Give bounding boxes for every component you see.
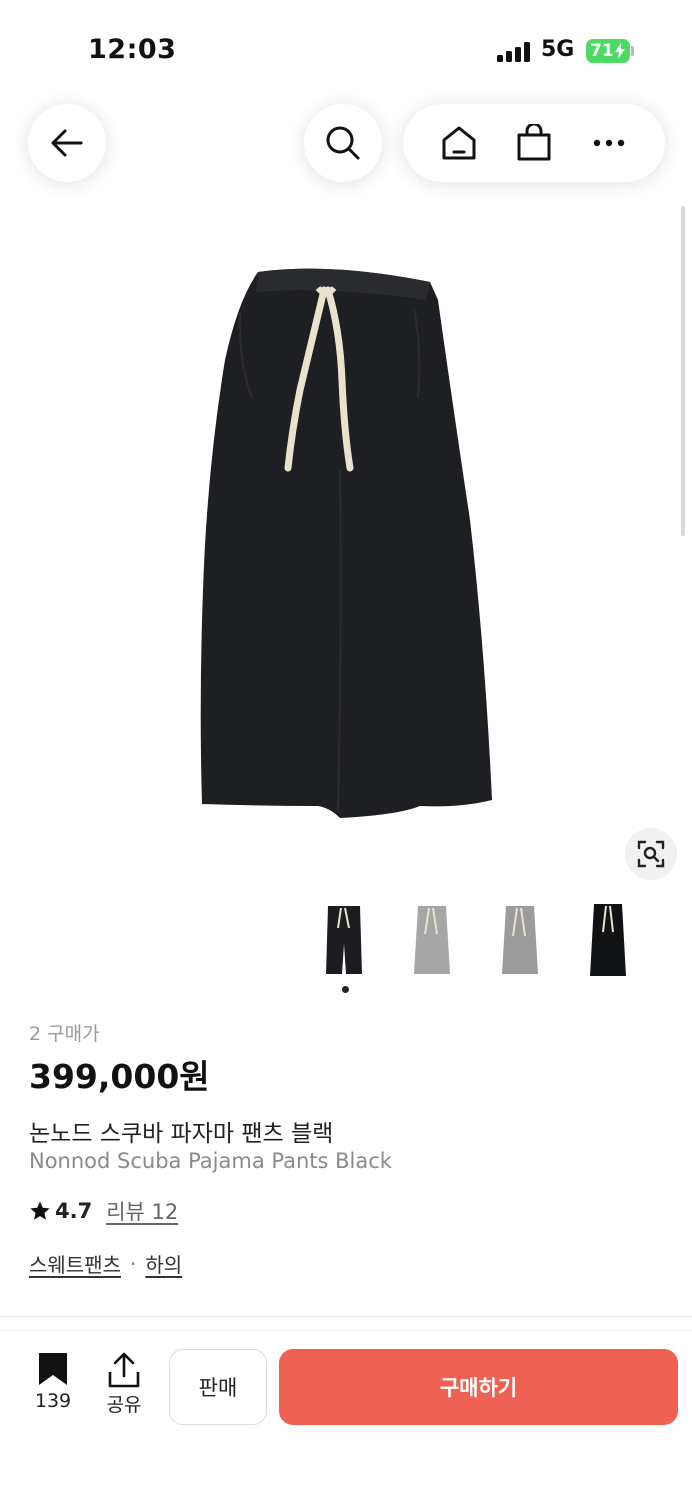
battery-level: 71	[590, 41, 614, 61]
thumbnail-3[interactable]	[476, 898, 564, 982]
more-horizontal-icon	[594, 139, 625, 147]
carousel-indicator-dot	[342, 986, 349, 993]
signal-icon	[497, 42, 531, 62]
back-button[interactable]	[28, 104, 106, 182]
share-label: 공유	[106, 1394, 142, 1416]
section-divider	[0, 1316, 692, 1317]
product-price: 399,000원	[29, 1057, 210, 1096]
scroll-indicator[interactable]	[681, 206, 685, 536]
battery-icon: 71	[586, 39, 630, 63]
more-button[interactable]	[579, 113, 639, 173]
search-button[interactable]	[304, 104, 382, 182]
share-button[interactable]: 공유	[101, 1352, 147, 1417]
network-label: 5G	[541, 37, 575, 62]
shopping-bag-icon	[517, 124, 551, 161]
bookmark-icon	[39, 1353, 67, 1385]
buy-button[interactable]: 구매하기	[279, 1349, 678, 1425]
home-button[interactable]	[429, 113, 489, 173]
product-name-english: Nonnod Scuba Pajama Pants Black	[29, 1149, 392, 1173]
product-page: 12:03 5G 71 2 구매가 399,000원 논노드 스쿠바 파자마 팬…	[0, 0, 692, 1500]
thumbnail-2[interactable]	[388, 898, 476, 982]
battery-tip	[631, 46, 634, 56]
thumbnail-4[interactable]	[564, 898, 652, 982]
review-link[interactable]: 리뷰 12	[106, 1196, 178, 1226]
category-link-bottoms[interactable]: 하의	[145, 1249, 182, 1278]
buyer-count: 2 구매가	[29, 1023, 100, 1045]
category-link-sweatpants[interactable]: 스웨트팬츠	[29, 1249, 121, 1278]
search-icon	[326, 126, 360, 160]
nav-pill	[403, 104, 665, 182]
product-name-korean: 논노드 스쿠바 파자마 팬츠 블랙	[29, 1121, 334, 1147]
status-time: 12:03	[88, 34, 177, 65]
bookmark-count: 139	[34, 1390, 72, 1412]
sell-button[interactable]: 판매	[169, 1349, 267, 1425]
rating-row: 4.7 리뷰 12	[29, 1196, 178, 1226]
home-icon	[442, 126, 476, 160]
star-icon	[30, 1201, 50, 1220]
image-search-button[interactable]	[625, 828, 677, 880]
rating-score: 4.7	[55, 1199, 93, 1223]
arrow-left-icon	[51, 129, 83, 157]
category-separator: ·	[130, 1251, 137, 1276]
thumbnail-1[interactable]	[300, 898, 388, 982]
thumbnail-strip	[300, 898, 652, 982]
shop-button[interactable]	[504, 113, 564, 173]
share-icon	[108, 1352, 140, 1388]
image-search-icon	[637, 840, 665, 868]
category-breadcrumb: 스웨트팬츠 · 하의	[29, 1249, 182, 1278]
bookmark-button[interactable]: 139	[30, 1352, 76, 1412]
product-image[interactable]	[0, 210, 692, 890]
